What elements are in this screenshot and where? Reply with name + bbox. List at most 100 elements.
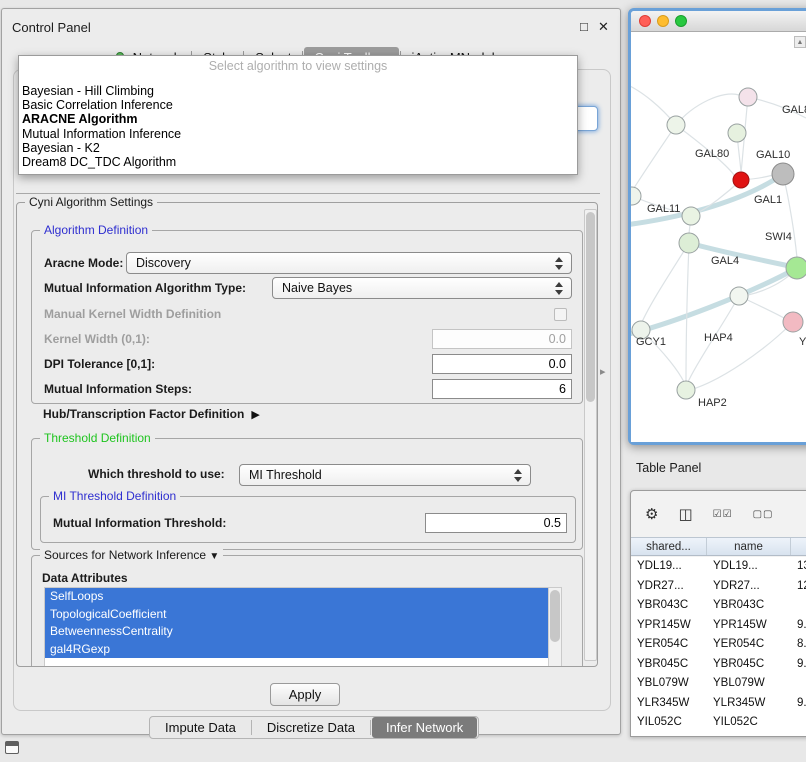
scroll-up-icon[interactable]: ▲ [794, 36, 806, 48]
zoom-window-icon[interactable] [675, 15, 687, 27]
attribute-item[interactable]: SelfLoops [45, 588, 548, 606]
mi-algorithm-type-select[interactable]: Naive Bayes [272, 277, 572, 299]
sources-group-title[interactable]: Sources for Network Inference ▼ [40, 548, 223, 564]
table-row[interactable]: YBL079WYBL079W [631, 674, 806, 694]
close-panel-icon[interactable]: ✕ [598, 19, 609, 35]
settings-scrollbar[interactable] [584, 209, 597, 661]
apply-button[interactable]: Apply [270, 683, 340, 706]
select-all-icon[interactable]: ☑☑ [713, 509, 733, 520]
restore-panel-icon[interactable] [5, 741, 19, 754]
close-window-icon[interactable] [639, 15, 651, 27]
mi-steps-field[interactable] [432, 379, 572, 399]
network-view-window: GAL8GAL80GAL10GAL11GAL1SWI4GAL4GCY1HAP4H… [628, 8, 806, 445]
table-cell: 9. [791, 655, 806, 675]
dpi-tolerance-field[interactable] [432, 354, 572, 374]
algorithm-option[interactable]: Mutual Information Inference [19, 127, 577, 141]
algorithm-dropdown-popup: Select algorithm to view settings Bayesi… [18, 55, 578, 175]
table-panel-title: Table Panel [636, 461, 701, 475]
hidden-group-border [16, 193, 600, 194]
column-header[interactable]: shared... [631, 538, 707, 555]
network-edge[interactable] [783, 174, 797, 258]
node-label: GAL10 [756, 149, 790, 161]
threshold-type-value: MI Threshold [249, 468, 322, 482]
aracne-mode-select[interactable]: Discovery [126, 252, 572, 274]
data-attributes-list[interactable]: SelfLoopsTopologicalCoefficientBetweenne… [44, 587, 562, 666]
node-label: SWI4 [765, 231, 792, 243]
attribute-item[interactable]: TopologicalCoefficient [45, 606, 548, 624]
algorithm-option[interactable]: ARACNE Algorithm [19, 112, 577, 126]
splitter-collapse-icon[interactable]: ▸ [600, 365, 606, 378]
table-cell: YLR345W [631, 694, 707, 714]
float-panel-icon[interactable]: □ [580, 19, 588, 34]
column-header[interactable] [791, 538, 806, 555]
node-label: HAP4 [704, 332, 733, 344]
attribute-item[interactable]: gal4RGexp [45, 641, 548, 659]
network-edge[interactable] [676, 94, 739, 125]
network-canvas-svg: GAL8GAL80GAL10GAL11GAL1SWI4GAL4GCY1HAP4H… [631, 32, 806, 442]
algorithm-option[interactable]: Dream8 DC_TDC Algorithm [19, 155, 577, 169]
table-cell: YPR145W [707, 616, 791, 636]
table-row[interactable]: YIL052CYIL052C [631, 713, 806, 733]
table-cell: YPR145W [631, 616, 707, 636]
network-node[interactable] [772, 163, 794, 185]
hub-definition-label: Hub/Transcription Factor Definition [43, 407, 244, 421]
bottom-tab-infer-network[interactable]: Infer Network [372, 717, 477, 738]
bottom-tab-discretize-data[interactable]: Discretize Data [253, 717, 369, 738]
minimize-window-icon[interactable] [657, 15, 669, 27]
attr-list-scrollbar[interactable] [548, 588, 561, 666]
node-label: Y [799, 336, 806, 348]
network-node[interactable] [728, 124, 746, 142]
network-node[interactable] [739, 88, 757, 106]
network-edge[interactable] [631, 268, 797, 335]
network-edge[interactable] [689, 243, 799, 268]
table-cell: 13 [791, 557, 806, 577]
manual-kernel-checkbox[interactable] [554, 308, 567, 321]
network-node[interactable] [682, 207, 700, 225]
table-cell: YBL079W [631, 674, 707, 694]
mi-threshold-field[interactable] [425, 513, 567, 533]
kernel-width-label: Kernel Width (0,1): [44, 332, 150, 346]
algorithm-option[interactable]: Bayesian - Hill Climbing [19, 84, 577, 98]
table-row[interactable]: YER054CYER054C8. [631, 635, 806, 655]
network-node[interactable] [667, 116, 685, 134]
column-chooser-icon[interactable]: ◫ [678, 505, 692, 523]
clear-selection-icon[interactable]: ▢▢ [753, 509, 774, 520]
collapse-down-icon: ▼ [209, 551, 219, 562]
network-edge[interactable] [642, 243, 689, 322]
algorithm-definition-title: Algorithm Definition [40, 223, 152, 237]
table-row[interactable]: YLR345WYLR345W9. [631, 694, 806, 714]
table-row[interactable]: YBR045CYBR045C9. [631, 655, 806, 675]
tab-separator [370, 720, 371, 735]
threshold-definition-title: Threshold Definition [40, 431, 155, 445]
table-row[interactable]: YDR27...YDR27...12 [631, 577, 806, 597]
network-window-titlebar[interactable] [631, 11, 806, 32]
algorithm-option[interactable]: Basic Correlation Inference [19, 98, 577, 112]
table-cell: YIL052C [631, 713, 707, 733]
bottom-tab-impute-data[interactable]: Impute Data [151, 717, 250, 738]
table-row[interactable]: YPR145WYPR145W9. [631, 616, 806, 636]
network-node[interactable] [679, 233, 699, 253]
network-node[interactable] [677, 381, 695, 399]
network-edge[interactable] [686, 243, 689, 381]
settings-scrollbar-thumb[interactable] [586, 212, 595, 402]
network-node[interactable] [783, 312, 803, 332]
network-node[interactable] [786, 257, 806, 279]
table-row[interactable]: YDL19...YDL19...13 [631, 557, 806, 577]
attribute-item[interactable]: BetweennessCentrality [45, 623, 548, 641]
gear-icon[interactable]: ⚙ [645, 505, 658, 523]
threshold-type-select[interactable]: MI Threshold [239, 464, 531, 486]
algorithm-option[interactable]: Bayesian - K2 [19, 141, 577, 155]
table-row[interactable]: YBR043CYBR043C [631, 596, 806, 616]
network-node[interactable] [733, 172, 749, 188]
network-node[interactable] [631, 187, 641, 205]
aracne-mode-value: Discovery [136, 256, 191, 270]
kernel-width-field[interactable] [432, 329, 572, 349]
dropdown-prompt: Select algorithm to view settings [19, 58, 577, 74]
network-edge[interactable] [634, 125, 676, 188]
column-header[interactable]: name [707, 538, 791, 555]
network-node[interactable] [730, 287, 748, 305]
network-canvas[interactable]: GAL8GAL80GAL10GAL11GAL1SWI4GAL4GCY1HAP4H… [631, 32, 806, 442]
table-cell: YER054C [707, 635, 791, 655]
table-cell: YBL079W [707, 674, 791, 694]
hub-definition-expander[interactable]: Hub/Transcription Factor Definition ▶ [43, 407, 260, 421]
